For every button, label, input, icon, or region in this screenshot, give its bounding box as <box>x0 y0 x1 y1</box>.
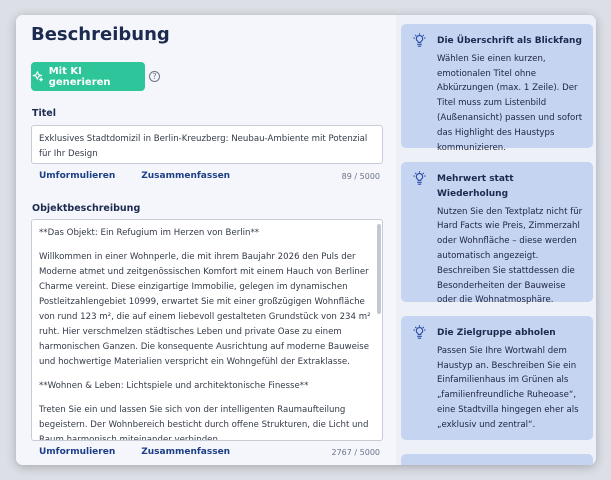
description-paragraph: Willkommen in einer Wohnperle, die mit i… <box>39 252 371 367</box>
lightbulb-icon <box>413 171 426 185</box>
description-paragraph: **Wohnen & Leben: Lichtspiele und archit… <box>39 381 309 391</box>
tip-heading: Mehrwert statt Wiederholung <box>437 174 514 199</box>
tip-card: Die Zielgruppe abholen Passen Sie Ihre W… <box>401 316 593 440</box>
tip-card-partial <box>401 454 593 465</box>
lightbulb-icon <box>413 325 426 339</box>
tip-heading: Die Zielgruppe abholen <box>437 328 556 338</box>
title-actions: Umformulieren Zusammenfassen <box>39 171 230 181</box>
tip-card: Mehrwert statt Wiederholung Nutzen Sie d… <box>401 162 593 305</box>
main-panel: Beschreibung Mit KI generieren ? Titel E… <box>16 15 396 465</box>
description-char-counter: 2767 / 5000 <box>331 448 381 457</box>
page-title: Beschreibung <box>31 24 170 45</box>
description-actions: Umformulieren Zusammenfassen <box>39 447 230 457</box>
description-rephrase-button[interactable]: Umformulieren <box>39 447 115 457</box>
description-field-label: Objektbeschreibung <box>32 203 141 214</box>
title-rephrase-button[interactable]: Umformulieren <box>39 171 115 181</box>
title-input[interactable]: Exklusives Stadtdomizil in Berlin-Kreuzb… <box>31 125 383 164</box>
description-paragraph: Treten Sie ein und lassen Sie sich von d… <box>39 405 369 441</box>
tips-sidebar: Die Überschrift als Blickfang Wählen Sie… <box>396 15 596 465</box>
sparkle-icon <box>32 71 44 82</box>
tip-body: Wählen Sie einen kurzen, emotionalen Tit… <box>437 53 583 153</box>
generate-with-ai-label: Mit KI generieren <box>48 65 111 88</box>
description-textarea[interactable]: **Das Objekt: Ein Refugium im Herzen von… <box>31 219 383 441</box>
title-field-label: Titel <box>32 108 56 119</box>
description-summarize-button[interactable]: Zusammenfassen <box>141 447 230 457</box>
app-window: Beschreibung Mit KI generieren ? Titel E… <box>16 15 596 465</box>
description-paragraph: **Das Objekt: Ein Refugium im Herzen von… <box>39 228 260 238</box>
lightbulb-icon <box>413 33 426 47</box>
tip-body: Nutzen Sie den Textplatz nicht für Hard … <box>437 206 583 306</box>
description-scrollbar[interactable] <box>377 224 381 314</box>
title-char-counter: 89 / 5000 <box>341 172 380 181</box>
title-summarize-button[interactable]: Zusammenfassen <box>141 171 230 181</box>
generate-with-ai-button[interactable]: Mit KI generieren <box>31 62 145 91</box>
tip-card: Die Überschrift als Blickfang Wählen Sie… <box>401 24 593 153</box>
help-icon[interactable]: ? <box>149 71 160 82</box>
tip-heading: Die Überschrift als Blickfang <box>437 36 582 46</box>
tip-body: Passen Sie Ihre Wortwahl dem Haustyp an.… <box>437 345 579 430</box>
